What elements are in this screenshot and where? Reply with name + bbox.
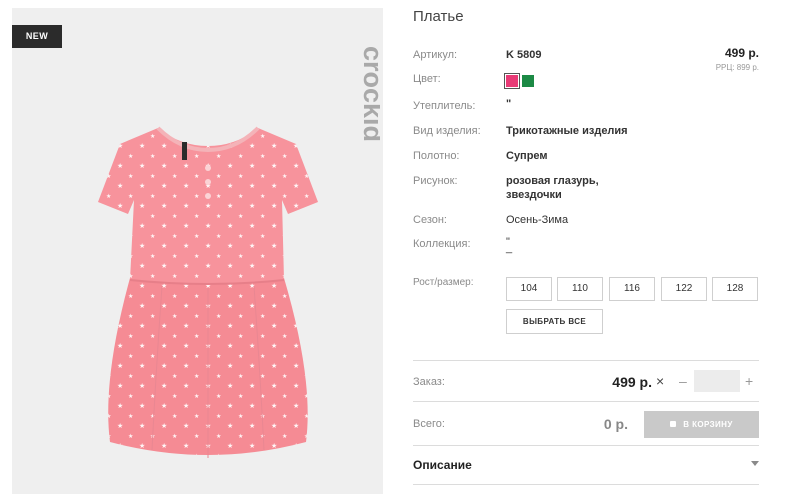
fabric-value: Супрем [506,150,548,162]
size-label: Рост/размер: [413,277,474,288]
color-label: Цвет: [413,73,441,85]
total-value: 0 р. [603,416,628,432]
total-label: Всего: [413,418,445,430]
insulation-label: Утеплитель: [413,100,476,112]
select-all-sizes-button[interactable]: ВЫБРАТЬ ВСЕ [506,309,603,334]
insulation-value: " [506,98,512,110]
pattern-label: Рисунок: [413,175,458,187]
divider [413,360,759,361]
add-to-cart-label: В КОРЗИНУ [683,420,733,429]
season-value: Осень-Зима [506,214,569,226]
divider [413,445,759,446]
increase-quantity-button[interactable]: + [745,373,753,389]
quantity-input[interactable] [694,370,740,392]
season-label: Сезон: [413,214,447,226]
order-price: 499 р. [612,374,652,390]
size-option-104[interactable]: 104 [506,277,552,301]
product-type-value: Трикотажные изделия [506,125,628,137]
pattern-value-line1: розовая глазурь, [506,175,599,187]
add-to-cart-button[interactable]: В КОРЗИНУ [644,411,759,438]
cart-icon [670,421,677,427]
divider [413,484,759,485]
article-value: K 5809 [506,49,542,61]
product-photo: NEW crockid ★ ★ [12,8,383,494]
description-toggle[interactable]: Описание [413,458,472,472]
color-swatch-pink[interactable] [506,75,518,87]
multiply-icon: × [656,373,665,389]
new-badge: NEW [12,25,62,48]
chevron-down-icon[interactable] [751,461,759,466]
divider [413,401,759,402]
dress-image: ★ ★ [98,126,318,458]
product-price: 499 р. [724,46,759,60]
article-label: Артикул: [413,49,458,61]
color-swatch-green[interactable] [522,75,534,87]
fabric-label: Полотно: [413,150,460,162]
collection-value-line2: _ [506,242,513,254]
svg-text:crockid: crockid [358,46,380,142]
decrease-quantity-button[interactable]: – [679,373,687,389]
collection-label: Коллекция: [413,238,471,250]
recommended-price: РРЦ: 899 р. [715,63,759,72]
size-option-128[interactable]: 128 [712,277,758,301]
order-label: Заказ: [413,376,445,388]
size-option-116[interactable]: 116 [609,277,655,301]
size-option-122[interactable]: 122 [661,277,707,301]
size-option-110[interactable]: 110 [557,277,603,301]
product-type-label: Вид изделия: [413,125,481,137]
brand-logo: crockid [358,46,380,142]
product-title: Платье [413,8,464,25]
pattern-value-line2: звездочки [506,189,562,201]
